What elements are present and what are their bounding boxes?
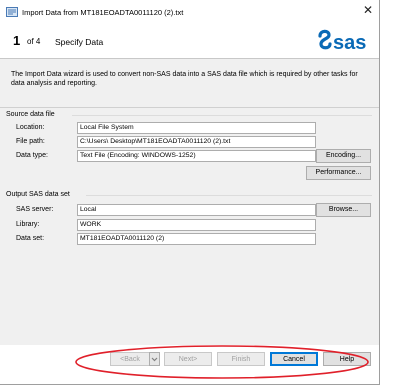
location-field[interactable]: Local File System xyxy=(77,122,316,134)
output-section-title: Output SAS data set xyxy=(6,191,70,198)
section-rule xyxy=(86,195,372,196)
filepath-field[interactable]: C:\Users\ Desktop\MT181EOADTA0011120 (2)… xyxy=(77,136,316,148)
step-count: of 4 xyxy=(27,37,41,46)
performance-button[interactable]: Performance... xyxy=(306,166,371,180)
divider xyxy=(0,107,379,108)
section-rule xyxy=(72,115,372,116)
encoding-button[interactable]: Encoding... xyxy=(316,149,371,163)
datatype-label: Data type: xyxy=(16,152,48,159)
sas-logo-text: sas xyxy=(333,32,366,54)
browse-button[interactable]: Browse... xyxy=(316,203,371,217)
library-field[interactable]: WORK xyxy=(77,219,316,231)
import-data-icon xyxy=(6,7,18,17)
dataset-label: Data set: xyxy=(16,235,45,242)
close-icon[interactable]: ✕ xyxy=(363,4,373,16)
step-number: 1 xyxy=(13,33,21,48)
wizard-content xyxy=(0,59,379,345)
red-annotation-ellipse xyxy=(75,345,369,379)
location-label: Location: xyxy=(16,124,45,131)
import-data-window: Import Data from MT181EOADTA0011120 (2).… xyxy=(0,0,380,385)
filepath-label: File path: xyxy=(16,138,45,145)
dataset-field[interactable]: MT181EOADTA0011120 (2) xyxy=(77,233,316,245)
library-label: Library: xyxy=(16,221,40,228)
intro-text: The Import Data wizard is used to conver… xyxy=(11,71,358,87)
server-label: SAS server: xyxy=(16,206,54,213)
window-title: Import Data from MT181EOADTA0011120 (2).… xyxy=(22,8,184,17)
sas-logo: sas xyxy=(318,29,366,54)
source-section-title: Source data file xyxy=(6,111,55,118)
server-field[interactable]: Local xyxy=(77,204,316,216)
step-title: Specify Data xyxy=(55,37,104,47)
datatype-field[interactable]: Text File (Encoding: WINDOWS-1252) xyxy=(77,150,316,162)
title-bar: Import Data from MT181EOADTA0011120 (2).… xyxy=(0,0,379,26)
